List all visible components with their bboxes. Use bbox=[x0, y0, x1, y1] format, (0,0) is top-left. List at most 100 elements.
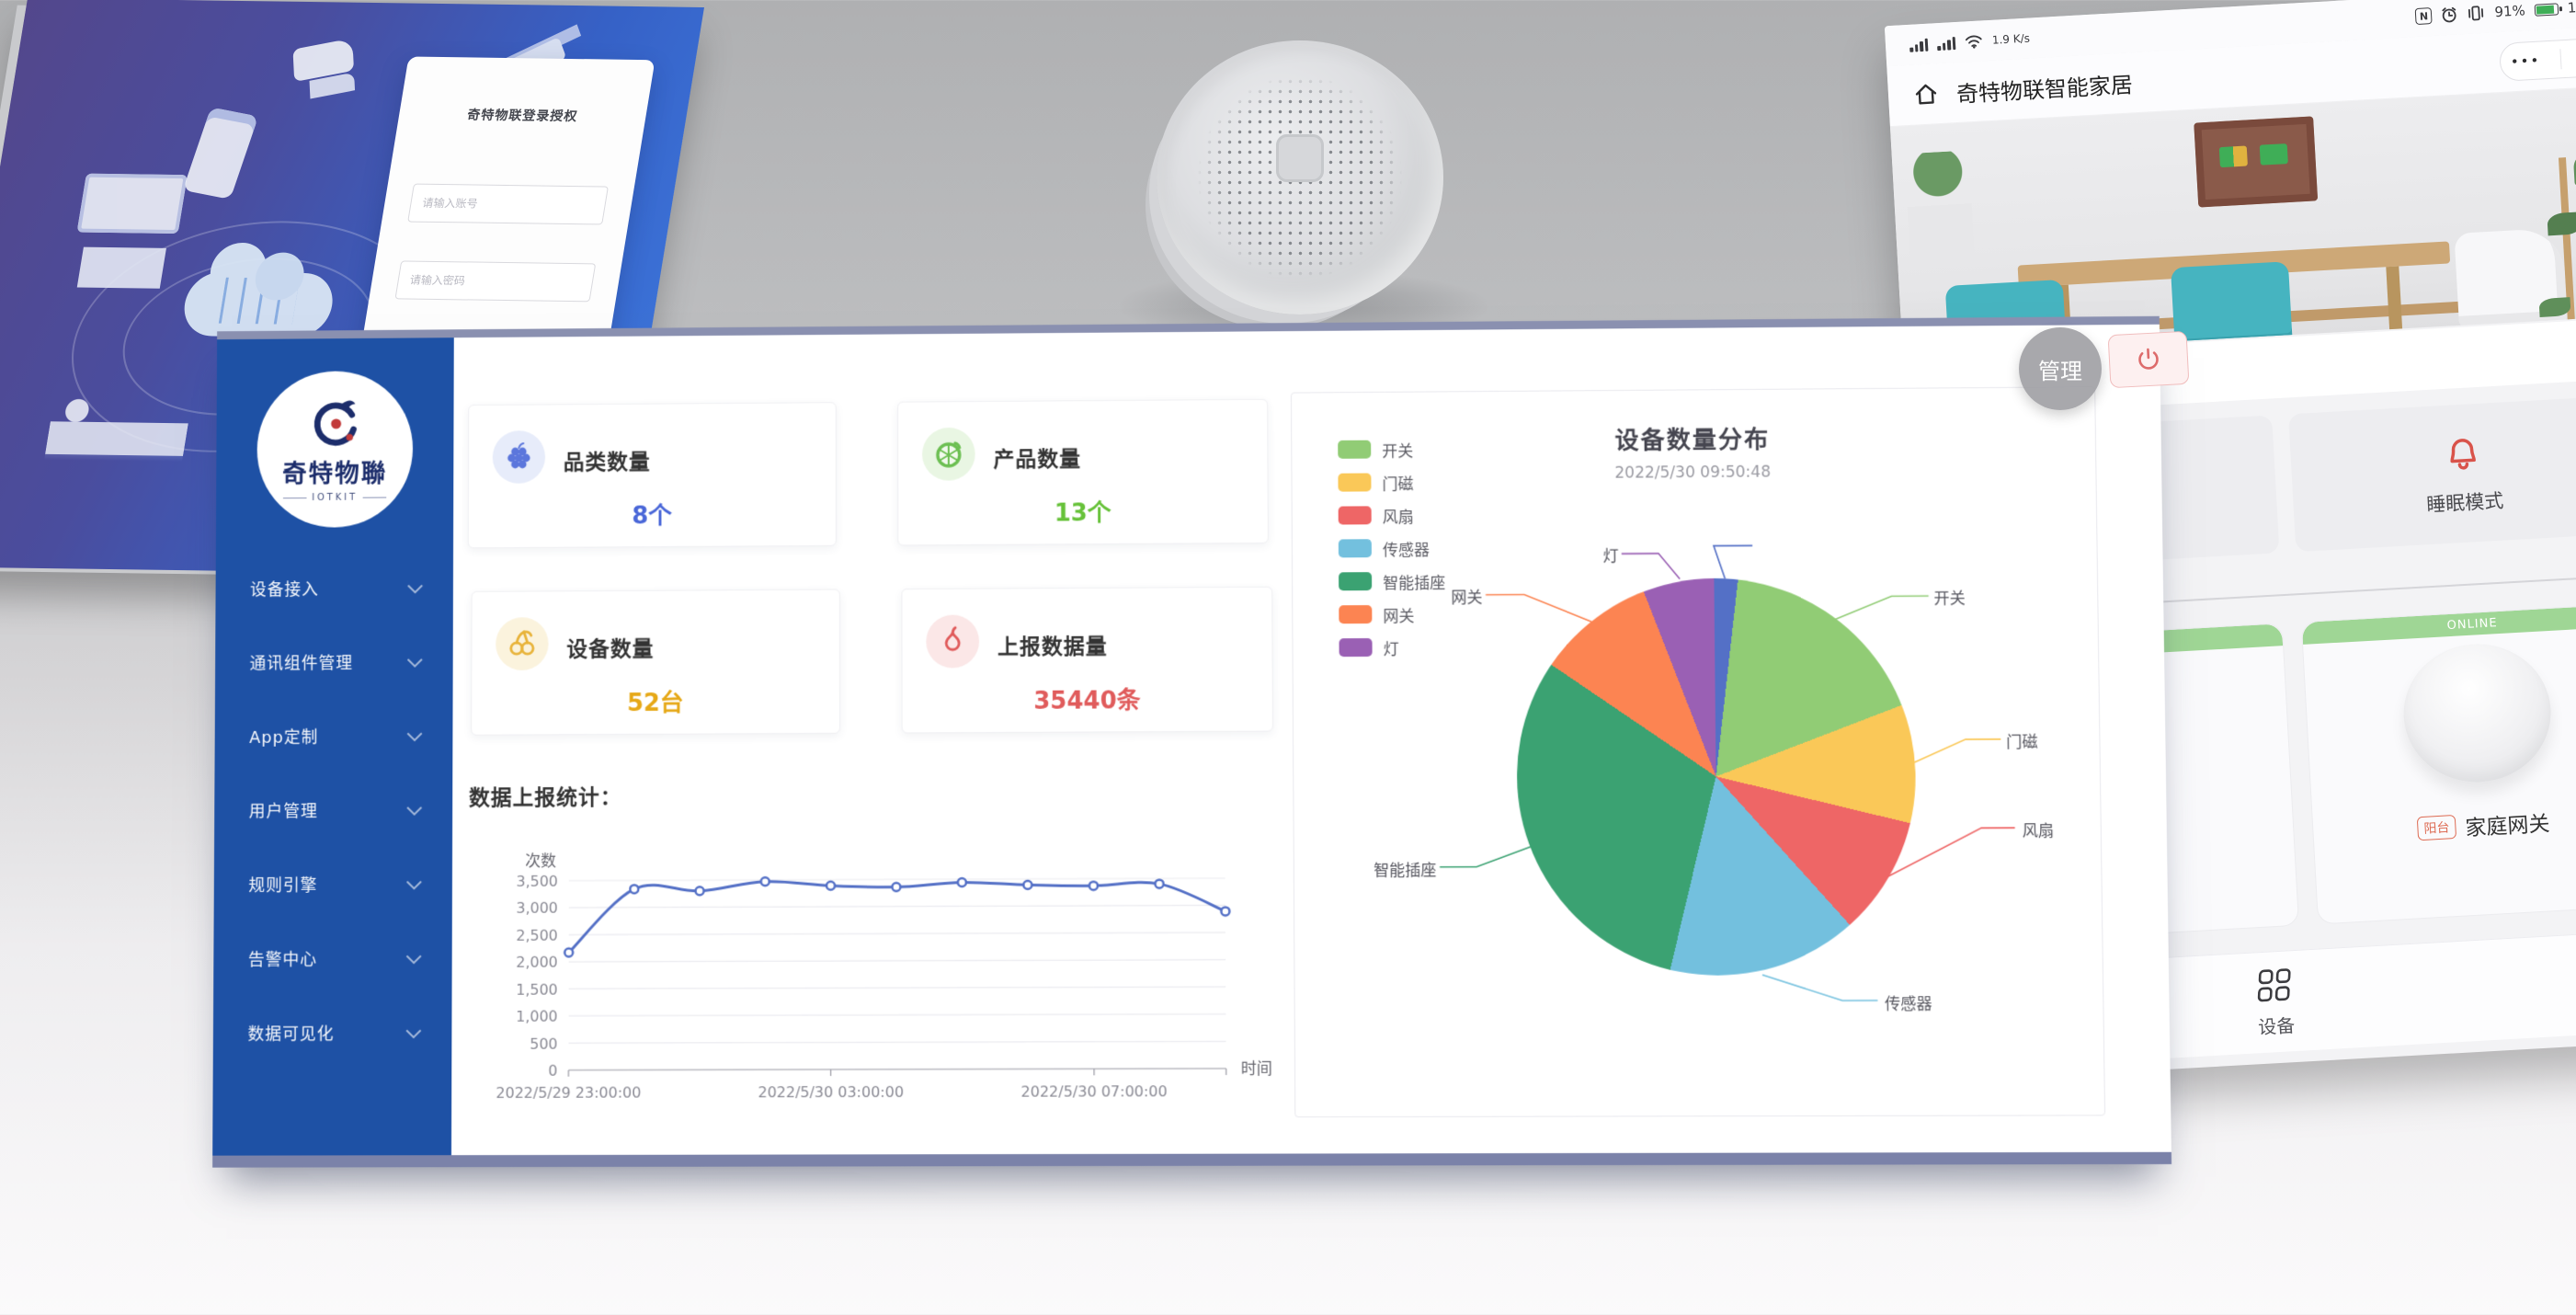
svg-text:2022/5/30 07:00:00: 2022/5/30 07:00:00 bbox=[1021, 1082, 1168, 1101]
cloud-illustration bbox=[179, 271, 336, 337]
chevron-down-icon bbox=[406, 948, 422, 964]
report-heading: 数据上报统计： bbox=[469, 780, 622, 812]
svg-text:2022/5/29 23:00:00: 2022/5/29 23:00:00 bbox=[496, 1083, 641, 1102]
slice-label: 智能插座 bbox=[1304, 857, 1437, 881]
wifi-icon bbox=[1964, 33, 1983, 49]
miniprogram-capsule: ••• bbox=[2499, 37, 2576, 82]
stat-card-categories: 品类数量 8个 bbox=[468, 402, 837, 548]
smart-gateway-device-photo bbox=[1157, 40, 1443, 314]
grapes-icon bbox=[493, 430, 545, 484]
svg-text:1,500: 1,500 bbox=[516, 980, 557, 998]
legend-item[interactable]: 门磁 bbox=[1338, 465, 1444, 499]
stat-card-products: 产品数量 13个 bbox=[897, 399, 1269, 546]
stat-value: 35440条 bbox=[903, 681, 1272, 717]
dashboard-main: 品类数量 8个 产品数量 13个 设备数量 52台 bbox=[451, 325, 2171, 1155]
alarm-icon bbox=[2441, 6, 2458, 23]
legend-item[interactable]: 风扇 bbox=[1339, 498, 1445, 532]
chevron-down-icon bbox=[407, 726, 423, 741]
svg-text:次数: 次数 bbox=[525, 852, 556, 870]
legend-item[interactable]: 传感器 bbox=[1339, 532, 1445, 566]
svg-text:1,000: 1,000 bbox=[516, 1008, 558, 1025]
stat-label: 产品数量 bbox=[994, 441, 1082, 473]
nfc-icon: N bbox=[2415, 7, 2433, 25]
legend-swatch bbox=[1339, 638, 1372, 657]
online-ribbon: ONLINE bbox=[2302, 603, 2576, 645]
stat-label: 设备数量 bbox=[566, 631, 654, 662]
legend-item[interactable]: 开关 bbox=[1338, 432, 1444, 466]
app-title: 奇特物联智能家居 bbox=[1955, 66, 2134, 109]
device-body bbox=[1157, 40, 1443, 314]
svg-text:500: 500 bbox=[530, 1035, 557, 1052]
sidebar-menu: 设备接入 通讯组件管理 App定制 用户管理 规则引擎 告警中心 数据可见化 bbox=[213, 550, 453, 1069]
svg-text:2022/5/30 03:00:00: 2022/5/30 03:00:00 bbox=[758, 1083, 904, 1102]
stat-card-reported-data: 上报数据量 35440条 bbox=[901, 587, 1273, 734]
sidebar-item-alert-center[interactable]: 告警中心 bbox=[213, 920, 452, 996]
room-tag: 阳台 bbox=[2417, 815, 2456, 840]
pie-legend: 开关 门磁 风扇 传感器 智能插座 网关 灯 bbox=[1338, 432, 1446, 664]
login-title: 奇特物联登录授权 bbox=[398, 104, 647, 126]
stat-label: 上报数据量 bbox=[997, 629, 1108, 661]
more-menu-button[interactable]: ••• bbox=[2510, 51, 2541, 70]
gateway-device-image bbox=[2399, 640, 2554, 786]
lime-icon bbox=[922, 428, 975, 481]
battery-icon bbox=[2534, 3, 2559, 16]
logo-text: 奇特物聯 bbox=[282, 453, 387, 489]
manage-badge[interactable]: 管理 bbox=[2019, 327, 2102, 410]
svg-text:时间: 时间 bbox=[1241, 1059, 1272, 1078]
sidebar-item-device-access[interactable]: 设备接入 bbox=[215, 550, 453, 625]
nav-devices[interactable]: 设备 bbox=[2214, 963, 2337, 1042]
sidebar-item-data-visualization[interactable]: 数据可见化 bbox=[213, 995, 452, 1070]
logo-subtext: IOTKIT bbox=[283, 493, 387, 504]
plant-left bbox=[1905, 150, 1976, 264]
wall-art bbox=[2194, 116, 2318, 207]
stat-value: 52台 bbox=[472, 683, 839, 719]
chevron-down-icon bbox=[407, 577, 423, 593]
sidebar-item-app-custom[interactable]: App定制 bbox=[214, 698, 452, 773]
chevron-down-icon bbox=[406, 874, 422, 889]
bell-icon bbox=[2439, 430, 2486, 477]
power-button[interactable] bbox=[2108, 331, 2190, 388]
stat-value: 13个 bbox=[898, 493, 1268, 529]
chevron-down-icon bbox=[406, 800, 422, 816]
svg-text:0: 0 bbox=[548, 1062, 557, 1080]
sidebar-item-comm-components[interactable]: 通讯组件管理 bbox=[215, 624, 453, 700]
device-distribution-pie[interactable] bbox=[1515, 577, 1918, 977]
signal-bars-icon bbox=[1909, 37, 1929, 52]
gateway-device-card[interactable]: ONLINE 阳台 家庭网关 bbox=[2301, 602, 2576, 924]
clock-time: 12:08 bbox=[2567, 0, 2576, 17]
slice-label: 开关 bbox=[1933, 585, 1966, 608]
legend-swatch bbox=[1338, 474, 1371, 492]
password-field[interactable] bbox=[394, 260, 596, 302]
svg-text:2,000: 2,000 bbox=[516, 954, 557, 971]
stat-card-devices: 设备数量 52台 bbox=[471, 589, 840, 736]
mode-label: 睡眠模式 bbox=[2425, 486, 2504, 519]
sidebar-item-rule-engine[interactable]: 规则引擎 bbox=[214, 846, 452, 921]
slice-label: 风扇 bbox=[2022, 818, 2054, 840]
grid-icon bbox=[2254, 965, 2295, 1006]
device-center-logo bbox=[1276, 134, 1324, 182]
chevron-down-icon bbox=[405, 1023, 421, 1038]
legend-swatch bbox=[1338, 440, 1371, 459]
admin-dashboard-window: 奇特物聯 IOTKIT 设备接入 通讯组件管理 App定制 用户管理 规则引擎 … bbox=[212, 316, 2171, 1168]
sleep-mode-card[interactable]: 睡眠模式 bbox=[2288, 395, 2576, 553]
home-icon[interactable] bbox=[1909, 77, 1943, 110]
account-field[interactable] bbox=[407, 184, 609, 225]
power-icon bbox=[2134, 345, 2163, 374]
sidebar-item-user-mgmt[interactable]: 用户管理 bbox=[214, 772, 452, 848]
report-line-chart[interactable]: 05001,0001,5002,0002,5003,0003,5002022/5… bbox=[461, 834, 1287, 1113]
people-illustration bbox=[41, 394, 193, 478]
device-distribution-panel: 设备数量分布 2022/5/30 09:50:48 开关 门磁 风扇 传感器 智… bbox=[1291, 386, 2105, 1117]
stat-value: 8个 bbox=[469, 496, 836, 532]
battery-percent: 91% bbox=[2494, 2, 2525, 20]
svg-text:3,000: 3,000 bbox=[516, 899, 557, 917]
legend-item[interactable]: 灯 bbox=[1339, 631, 1445, 665]
nav-label: 设备 bbox=[2257, 1011, 2296, 1039]
network-speed: 1.9 K/s bbox=[1992, 32, 2031, 46]
hero-room-photo bbox=[1890, 86, 2576, 357]
brand-logo: 奇特物聯 IOTKIT bbox=[256, 371, 413, 528]
legend-swatch bbox=[1339, 572, 1372, 590]
vibrate-icon bbox=[2467, 5, 2486, 22]
slice-label: 网关 bbox=[1375, 584, 1482, 608]
legend-swatch bbox=[1339, 605, 1372, 623]
legend-swatch bbox=[1339, 539, 1372, 557]
